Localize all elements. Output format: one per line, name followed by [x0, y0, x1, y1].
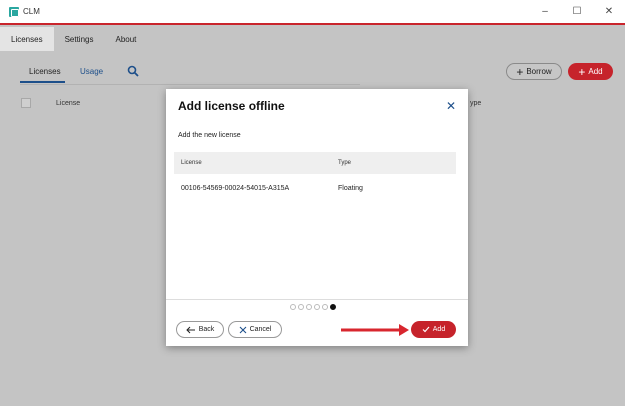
minimize-button[interactable]: –	[529, 0, 561, 23]
app-icon	[9, 6, 19, 17]
main-menu: Licenses Settings About	[0, 27, 625, 51]
tab-licenses[interactable]: Licenses	[0, 27, 54, 51]
divider	[166, 299, 468, 300]
dialog-add-label: Add	[432, 326, 446, 333]
dialog-add-button[interactable]: Add	[411, 321, 456, 338]
back-label: Back	[198, 326, 215, 333]
column-header-license: License	[56, 100, 81, 107]
arrow-left-icon	[186, 326, 195, 333]
select-all-checkbox[interactable]	[21, 98, 31, 108]
step-dot	[322, 304, 328, 310]
title-bar: CLM – ☐ ✕	[0, 0, 625, 25]
step-dot	[290, 304, 296, 310]
check-icon	[422, 326, 430, 333]
row-license: 00106-54569-00024-54015-A315A	[181, 185, 290, 192]
dialog-subtitle: Add the new license	[178, 132, 241, 139]
tab-about[interactable]: About	[104, 27, 147, 51]
dialog-title: Add license offline	[178, 99, 285, 113]
add-label: Add	[588, 67, 603, 76]
close-icon[interactable]: ✕	[446, 99, 456, 113]
cancel-label: Cancel	[249, 326, 272, 333]
window-title: CLM	[23, 7, 40, 16]
x-icon	[239, 326, 246, 333]
row-type: Floating	[338, 185, 363, 192]
annotation-arrow	[341, 324, 409, 336]
plus-icon: +	[578, 64, 586, 79]
cancel-button[interactable]: Cancel	[228, 321, 282, 338]
subtab-licenses[interactable]: Licenses	[29, 67, 61, 76]
divider	[20, 84, 360, 85]
window-controls: – ☐ ✕	[529, 0, 625, 23]
step-dot	[298, 304, 304, 310]
search-icon[interactable]	[127, 65, 139, 77]
column-header-type: ype	[470, 100, 482, 107]
add-license-dialog: Add license offline ✕ Add the new licens…	[166, 89, 468, 346]
header-license: License	[181, 160, 202, 166]
subtab-usage[interactable]: Usage	[80, 67, 103, 76]
maximize-button[interactable]: ☐	[561, 0, 593, 23]
add-button[interactable]: + Add	[568, 63, 613, 80]
step-dot-active	[330, 304, 336, 310]
back-button[interactable]: Back	[176, 321, 224, 338]
step-dot	[314, 304, 320, 310]
step-dot	[306, 304, 312, 310]
borrow-button[interactable]: + Borrow	[506, 63, 562, 80]
plus-icon: +	[516, 64, 524, 79]
active-tab-indicator	[20, 81, 65, 83]
close-button[interactable]: ✕	[593, 0, 625, 23]
borrow-label: Borrow	[526, 67, 552, 76]
step-indicator	[290, 304, 336, 310]
tab-settings[interactable]: Settings	[54, 27, 105, 51]
header-type: Type	[338, 160, 352, 166]
table-header: License Type	[174, 152, 456, 174]
